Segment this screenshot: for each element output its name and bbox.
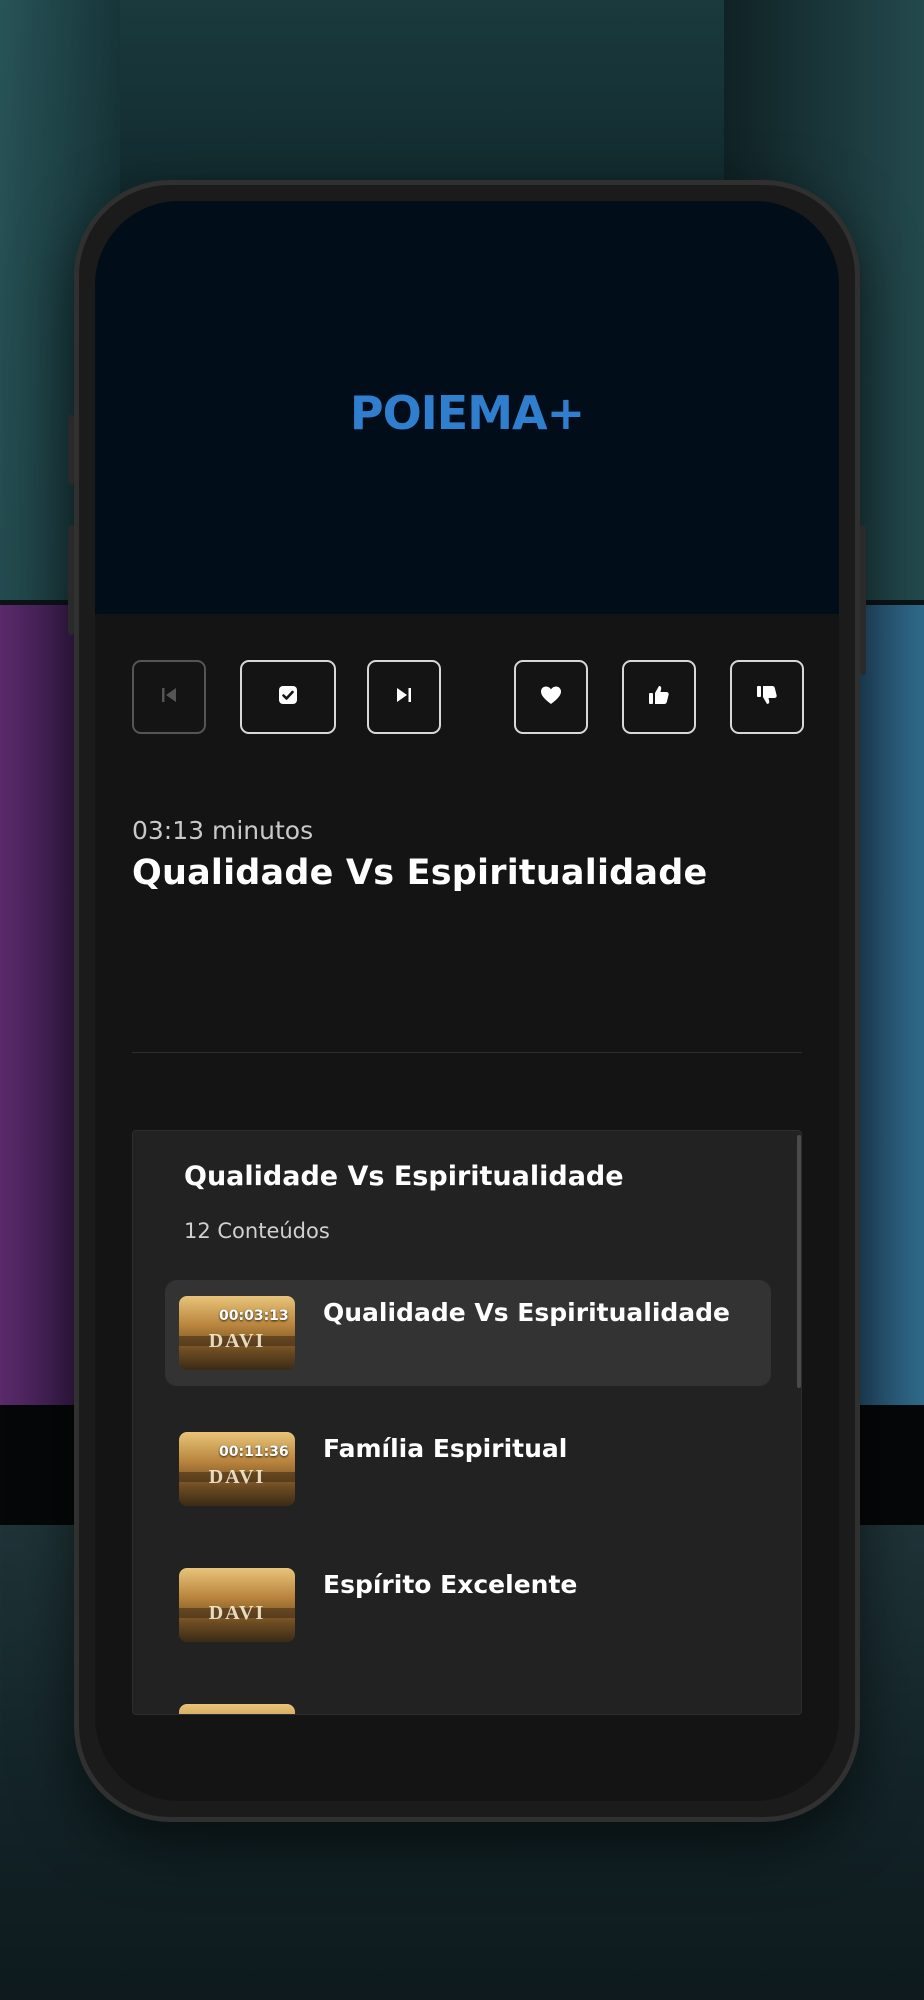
skip-previous-icon <box>157 683 181 711</box>
playlist-item-title: Espírito Excelente <box>323 1570 578 1599</box>
thumbs-down-icon <box>755 683 779 711</box>
app-screen: POIEMA+ 03:13 minutos Qualidade Vs Espir… <box>95 201 839 1801</box>
phone-power-button <box>860 525 866 675</box>
playlist-scrollbar[interactable] <box>797 1135 801 1388</box>
thumbs-up-icon <box>647 683 671 711</box>
video-thumbnail: DAVI 00:11:36 <box>179 1432 295 1506</box>
check-square-icon <box>276 683 300 711</box>
dislike-button[interactable] <box>730 660 804 734</box>
divider <box>132 1052 802 1053</box>
episode-info: 03:13 minutos Qualidade Vs Espiritualida… <box>132 816 802 893</box>
thumbnail-duration: 00:11:36 <box>219 1444 289 1460</box>
playlist-panel: Qualidade Vs Espiritualidade 12 Conteúdo… <box>132 1130 802 1715</box>
poiema-logo: POIEMA+ <box>349 385 585 440</box>
video-thumbnail: DAVI <box>179 1568 295 1642</box>
complete-button[interactable] <box>240 660 336 734</box>
playlist-title: Qualidade Vs Espiritualidade <box>184 1161 624 1192</box>
phone-mockup: POIEMA+ 03:13 minutos Qualidade Vs Espir… <box>68 180 866 1822</box>
phone-volume-button <box>68 525 74 635</box>
player-controls <box>132 660 804 738</box>
thumbnail-duration: 00:03:13 <box>219 1308 289 1324</box>
playlist-item[interactable]: DAVI 00:03:13 Qualidade Vs Espiritualida… <box>165 1280 771 1386</box>
favorite-button[interactable] <box>514 660 588 734</box>
video-player[interactable]: POIEMA+ <box>95 201 839 614</box>
thumbnail-text: DAVI <box>208 1330 266 1352</box>
playlist-item-title: Família Espiritual <box>323 1434 568 1463</box>
heart-icon <box>539 683 563 711</box>
next-button[interactable] <box>367 660 441 734</box>
skip-next-icon <box>392 683 416 711</box>
phone-side-button <box>68 415 74 485</box>
episode-title: Qualidade Vs Espiritualidade <box>132 853 708 893</box>
playlist-item[interactable]: DAVI 00:11:36 Família Espiritual <box>165 1416 771 1522</box>
previous-button[interactable] <box>132 660 206 734</box>
thumbnail-text: DAVI <box>208 1602 266 1624</box>
playlist-item[interactable]: DAVI Espírito Excelente <box>165 1552 771 1658</box>
video-thumbnail <box>179 1704 295 1714</box>
episode-duration: 03:13 minutos <box>132 816 314 845</box>
playlist-item-title: Qualidade Vs Espiritualidade <box>323 1298 731 1327</box>
playlist-item-partial[interactable] <box>165 1688 771 1714</box>
video-thumbnail: DAVI 00:03:13 <box>179 1296 295 1370</box>
like-button[interactable] <box>622 660 696 734</box>
playlist-count: 12 Conteúdos <box>184 1219 330 1243</box>
thumbnail-text: DAVI <box>208 1466 266 1488</box>
